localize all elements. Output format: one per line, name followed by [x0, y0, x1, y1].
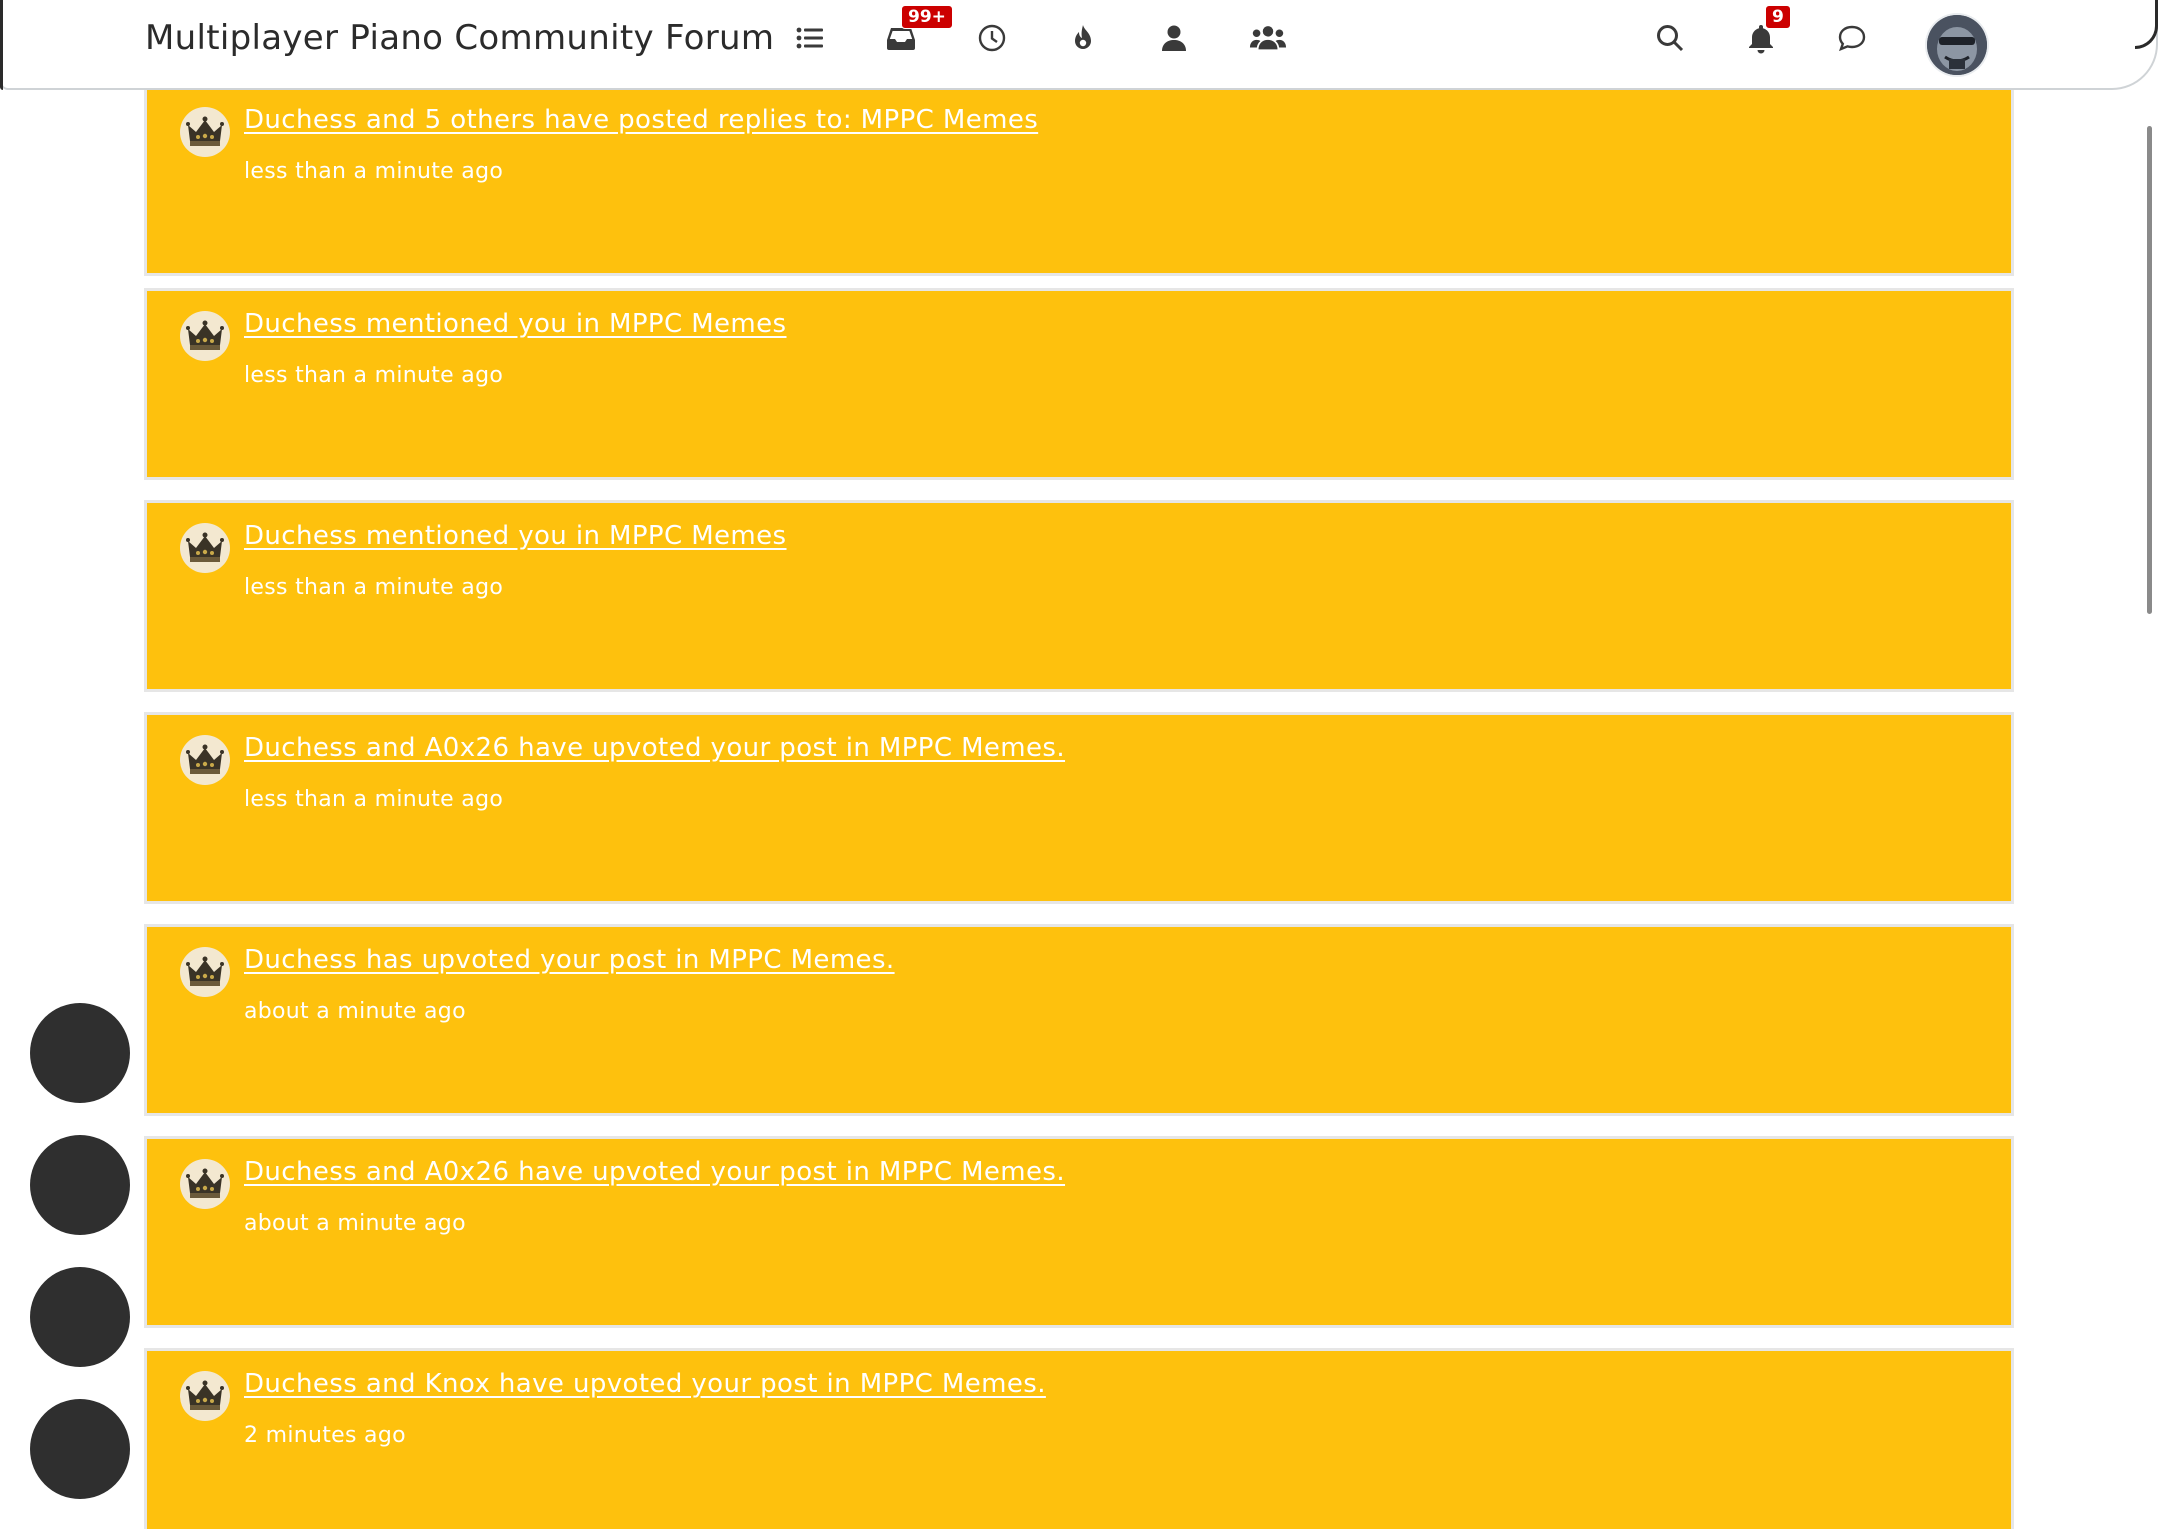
notification-item[interactable]: Duchess and 5 others have posted replies…	[144, 90, 2014, 276]
notification-item[interactable]: Duchess and A0x26 have upvoted your post…	[144, 712, 2014, 904]
forum-brand-title[interactable]: Multiplayer Piano Community Forum	[145, 18, 774, 58]
crown-avatar-icon	[180, 1159, 230, 1209]
recent-clock-icon[interactable]	[972, 18, 1012, 58]
notifications-page: Multiplayer Piano Community Forum 99+ 9 …	[0, 0, 2160, 1529]
notification-list: Duchess and 5 others have posted replies…	[144, 90, 2014, 1529]
floating-action-button[interactable]	[30, 1267, 130, 1367]
floating-action-button[interactable]	[30, 1399, 130, 1499]
notification-timestamp: less than a minute ago	[244, 159, 504, 184]
user-icon[interactable]	[1154, 18, 1194, 58]
floating-action-button[interactable]	[30, 1135, 130, 1235]
notification-title-link[interactable]: Duchess mentioned you in MPPC Memes	[244, 521, 787, 551]
floating-action-button[interactable]	[30, 1003, 130, 1103]
notification-title-link[interactable]: Duchess and A0x26 have upvoted your post…	[244, 733, 1065, 763]
unread-count-badge: 99+	[901, 5, 953, 29]
notification-item[interactable]: Duchess and Knox have upvoted your post …	[144, 1348, 2014, 1529]
groups-icon[interactable]	[1245, 18, 1291, 58]
notification-timestamp: about a minute ago	[244, 999, 466, 1024]
crown-avatar-icon	[180, 947, 230, 997]
scrollbar-thumb[interactable]	[2147, 126, 2152, 614]
notification-timestamp: less than a minute ago	[244, 363, 504, 388]
crown-avatar-icon	[180, 735, 230, 785]
top-navbar: Multiplayer Piano Community Forum 99+ 9	[0, 0, 2158, 90]
user-avatar[interactable]	[1927, 15, 1987, 75]
notification-title-link[interactable]: Duchess and Knox have upvoted your post …	[244, 1369, 1046, 1399]
notification-timestamp: less than a minute ago	[244, 575, 504, 600]
notification-item[interactable]: Duchess mentioned you in MPPC Memes less…	[144, 500, 2014, 692]
crown-avatar-icon	[180, 107, 230, 157]
crown-avatar-icon	[180, 523, 230, 573]
notification-timestamp: 2 minutes ago	[244, 1423, 406, 1448]
notification-item[interactable]: Duchess mentioned you in MPPC Memes less…	[144, 288, 2014, 480]
notification-title-link[interactable]: Duchess mentioned you in MPPC Memes	[244, 309, 787, 339]
notification-timestamp: about a minute ago	[244, 1211, 466, 1236]
notification-title-link[interactable]: Duchess and A0x26 have upvoted your post…	[244, 1157, 1065, 1187]
chat-bubble-icon[interactable]	[1832, 18, 1872, 58]
crown-avatar-icon	[180, 1371, 230, 1421]
notification-title-link[interactable]: Duchess and 5 others have posted replies…	[244, 105, 1038, 135]
popular-fire-icon[interactable]	[1063, 18, 1103, 58]
notification-item[interactable]: Duchess has upvoted your post in MPPC Me…	[144, 924, 2014, 1116]
crown-avatar-icon	[180, 311, 230, 361]
search-icon[interactable]	[1650, 18, 1690, 58]
notifications-count-badge: 9	[1765, 5, 1791, 29]
notification-title-link[interactable]: Duchess has upvoted your post in MPPC Me…	[244, 945, 895, 975]
notification-item[interactable]: Duchess and A0x26 have upvoted your post…	[144, 1136, 2014, 1328]
notification-timestamp: less than a minute ago	[244, 787, 504, 812]
categories-list-icon[interactable]	[790, 18, 830, 58]
